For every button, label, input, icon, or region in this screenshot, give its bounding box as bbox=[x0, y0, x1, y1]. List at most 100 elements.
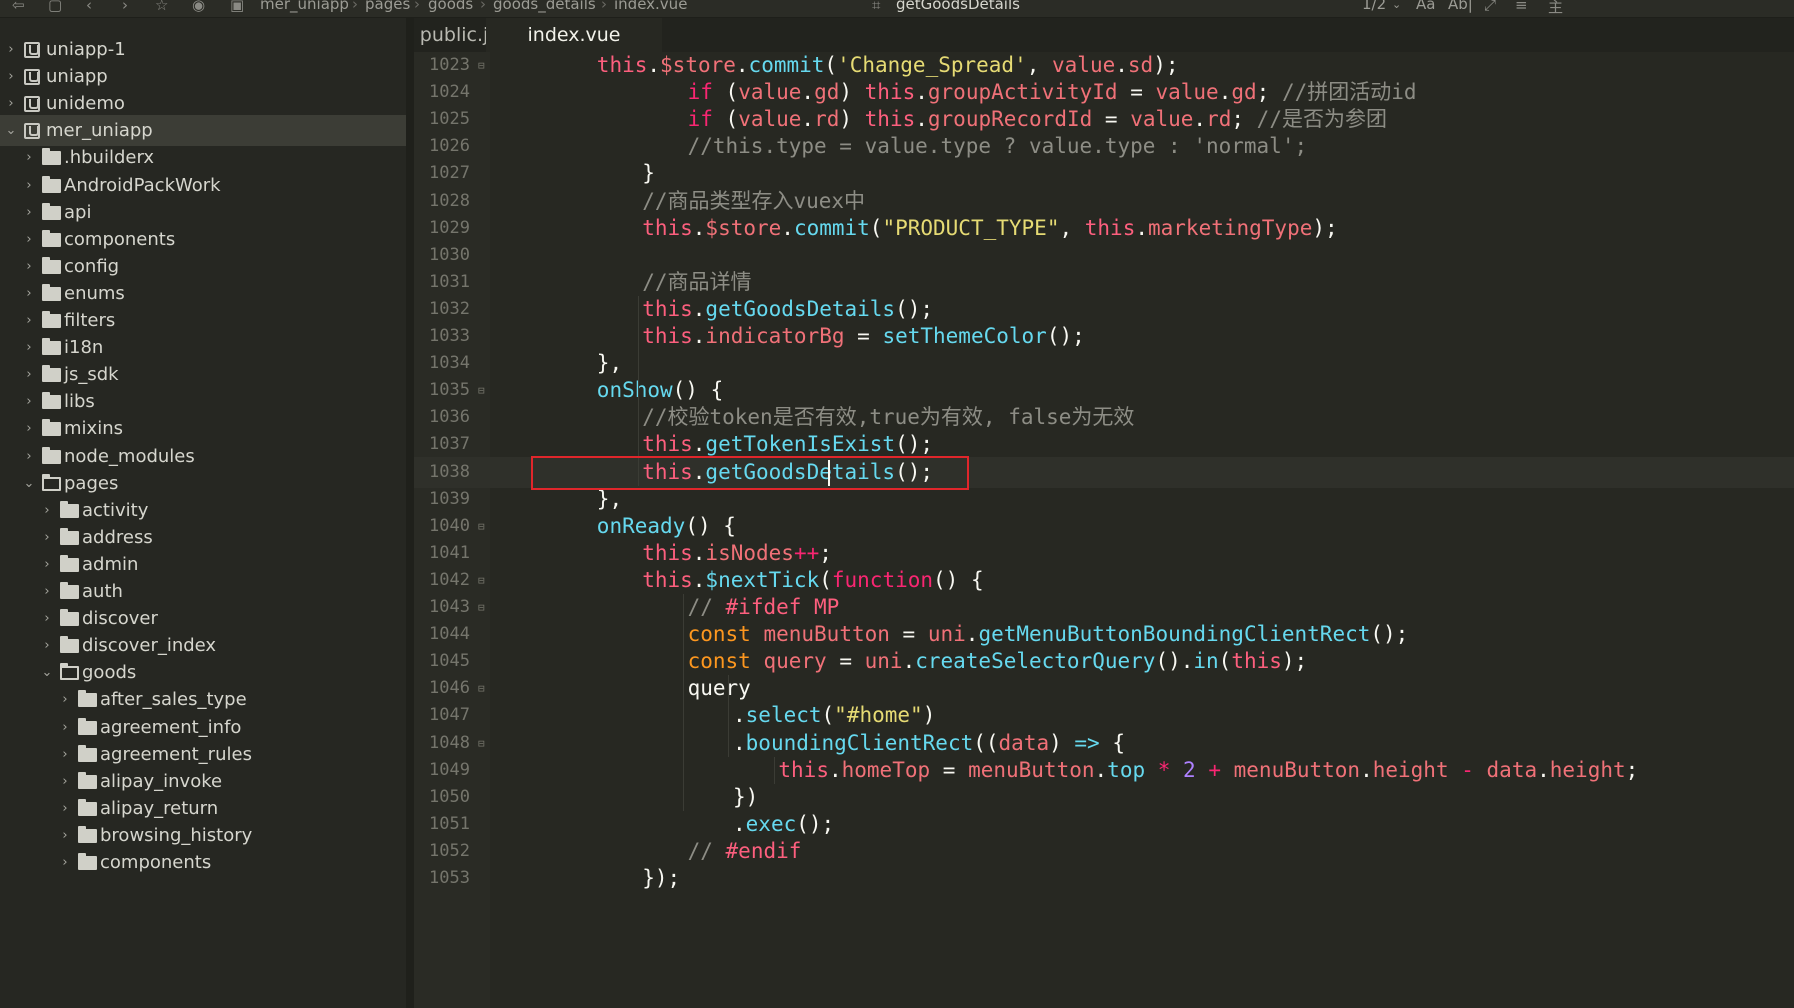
code-token: // bbox=[687, 595, 726, 619]
star-icon[interactable]: ☆ bbox=[155, 0, 168, 14]
function-icon: ⌗ bbox=[872, 0, 881, 14]
indent-guide bbox=[728, 675, 730, 757]
project-explorer: › uniapp-1 › uniapp › unidemo ⌄ mer_uniapp › .hbu… bbox=[0, 18, 406, 1008]
tab-label: index.vue bbox=[527, 24, 621, 46]
folder-icon bbox=[78, 744, 97, 762]
breadcrumb-separator: › bbox=[414, 0, 420, 13]
sidebar-divider[interactable] bbox=[406, 18, 414, 1008]
code-token: . bbox=[733, 811, 746, 836]
code-token: . bbox=[828, 757, 842, 782]
code-token: ); bbox=[1312, 215, 1338, 240]
breadcrumb-item[interactable]: goods_details bbox=[493, 0, 596, 13]
code-editor[interactable]: 1023 ⊟ this.$store.commit('Change_Spread',… bbox=[414, 52, 1794, 1008]
nav-forward-icon[interactable]: › bbox=[122, 0, 128, 14]
code-token: = bbox=[930, 757, 969, 782]
code-token: ); bbox=[1153, 53, 1179, 77]
code-line[interactable]: 1053}); bbox=[414, 863, 1794, 894]
code-token: this bbox=[778, 757, 829, 782]
breadcrumb-item[interactable]: index.vue bbox=[614, 0, 687, 13]
code-token: if bbox=[687, 80, 713, 105]
zoom-label[interactable]: 1/2 bbox=[1362, 0, 1386, 13]
code-token: ); bbox=[1281, 649, 1308, 674]
code-token: . bbox=[692, 296, 706, 321]
code-token: setThemeColor bbox=[882, 324, 1047, 348]
code-token: onReady bbox=[596, 513, 686, 538]
code-token: in bbox=[1193, 649, 1219, 674]
code-token: sd bbox=[1127, 53, 1154, 77]
code-token: = bbox=[1117, 80, 1156, 105]
code-token: uni bbox=[927, 622, 966, 647]
indent-guide bbox=[683, 594, 685, 811]
code-token: ( bbox=[712, 80, 739, 105]
code-token: . bbox=[1360, 757, 1373, 782]
code-token: ( bbox=[869, 215, 883, 240]
code-token: (); bbox=[796, 811, 835, 836]
code-token: onShow bbox=[596, 378, 673, 403]
code-token: * bbox=[1145, 757, 1184, 782]
code-token: = bbox=[889, 622, 928, 647]
code-token: this bbox=[642, 215, 693, 240]
code-token: commit bbox=[748, 53, 825, 77]
breadcrumb-separator: › bbox=[352, 0, 358, 13]
code-token: }); bbox=[642, 866, 681, 890]
code-token: () { bbox=[672, 378, 724, 403]
code-token: . bbox=[692, 215, 706, 240]
breadcrumb-separator: › bbox=[601, 0, 607, 13]
code-token: value bbox=[1155, 80, 1219, 105]
breadcrumb-item[interactable]: goods bbox=[428, 0, 473, 13]
folder-icon bbox=[42, 311, 61, 328]
code-token: . bbox=[733, 730, 746, 755]
match-case-button[interactable]: Aa bbox=[1416, 0, 1435, 13]
code-token: exec bbox=[745, 811, 797, 836]
chevron-down-icon[interactable]: ⌄ bbox=[1392, 0, 1401, 11]
project-icon bbox=[24, 96, 40, 113]
back-icon[interactable]: ⇦ bbox=[12, 0, 25, 14]
code-token: getMenuButtonBoundingClientRect bbox=[978, 622, 1371, 647]
code-token: marketingType bbox=[1148, 215, 1313, 240]
code-text: }); bbox=[642, 863, 680, 894]
code-token: //校验token是否有效,true为有效, false为无效 bbox=[642, 405, 1135, 430]
code-token: data bbox=[1486, 757, 1538, 782]
save-icon[interactable]: ▢ bbox=[48, 0, 62, 14]
code-token: } bbox=[642, 161, 655, 186]
folder-icon bbox=[42, 256, 61, 274]
code-token: }, bbox=[596, 351, 623, 376]
code-token: . bbox=[902, 649, 916, 674]
folder-icon bbox=[78, 771, 97, 789]
folder-icon bbox=[42, 365, 61, 383]
more-icon[interactable]: 主 bbox=[1548, 0, 1563, 17]
pin-icon[interactable]: ⤢ bbox=[1484, 0, 1496, 14]
code-token: value bbox=[738, 80, 802, 105]
sidebar-item-components[interactable]: › components bbox=[0, 847, 406, 878]
code-token: commit bbox=[793, 215, 870, 240]
breadcrumb-item[interactable]: mer_uniapp bbox=[260, 0, 349, 13]
folder-icon bbox=[42, 229, 61, 247]
text-cursor bbox=[828, 460, 830, 486]
project-icon bbox=[24, 42, 40, 58]
code-token: const bbox=[687, 622, 751, 647]
breadcrumb-item[interactable]: pages bbox=[365, 0, 410, 13]
run-icon[interactable]: ◉ bbox=[192, 0, 205, 14]
code-token: . bbox=[1094, 757, 1108, 782]
code-token: $store bbox=[705, 215, 782, 240]
code-token: "#home" bbox=[834, 703, 923, 728]
function-name[interactable]: getGoodsDetails bbox=[896, 0, 1020, 13]
folder-icon bbox=[60, 609, 79, 627]
top-toolbar: ⇦ ▢ ‹ › ☆ ◉ ▣ mer_uniapp › pages › goods… bbox=[0, 0, 1794, 18]
code-token: homeTop bbox=[841, 757, 931, 782]
code-token: this bbox=[864, 107, 916, 132]
whole-word-button[interactable]: Ab| bbox=[1448, 0, 1473, 13]
tab-index-vue[interactable]: index.vue bbox=[486, 18, 662, 52]
nav-back-icon[interactable]: ‹ bbox=[86, 0, 92, 14]
folder-icon bbox=[60, 527, 79, 545]
code-token: function bbox=[831, 567, 934, 592]
folder-icon bbox=[60, 582, 79, 599]
code-token: // bbox=[687, 838, 726, 863]
menu-icon[interactable]: ≡ bbox=[1515, 0, 1528, 14]
code-token: . bbox=[1193, 107, 1207, 132]
code-token: = bbox=[844, 324, 883, 348]
chevron-right-icon[interactable]: › bbox=[58, 847, 72, 878]
code-token: //商品详情 bbox=[642, 269, 752, 294]
code-token: const bbox=[687, 649, 751, 674]
